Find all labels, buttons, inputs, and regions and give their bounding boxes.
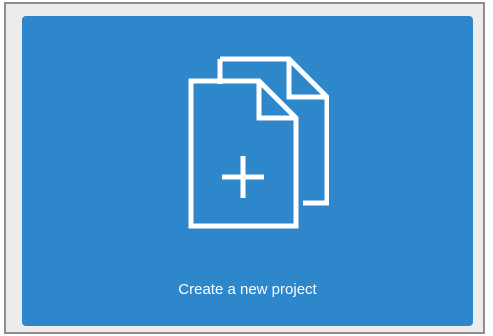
new-project-documents-icon bbox=[183, 53, 329, 229]
create-project-label: Create a new project bbox=[178, 281, 317, 298]
create-new-project-card[interactable]: Create a new project bbox=[22, 16, 473, 326]
